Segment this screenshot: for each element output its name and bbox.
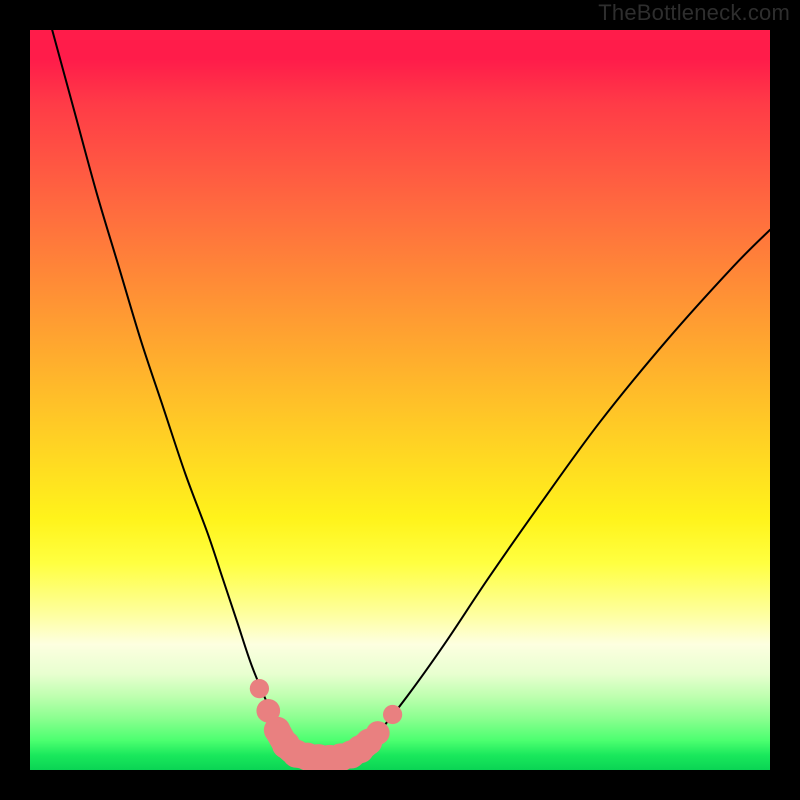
curve-layer [52,30,770,759]
marker-layer [250,679,402,770]
valley-marker-dot [250,679,269,698]
chart-svg [30,30,770,770]
plot-area [30,30,770,770]
valley-marker-dot [383,705,402,724]
bottleneck-curve [52,30,770,759]
chart-frame: TheBottleneck.com [0,0,800,800]
watermark-text: TheBottleneck.com [598,0,790,26]
valley-marker-dot [366,721,390,745]
